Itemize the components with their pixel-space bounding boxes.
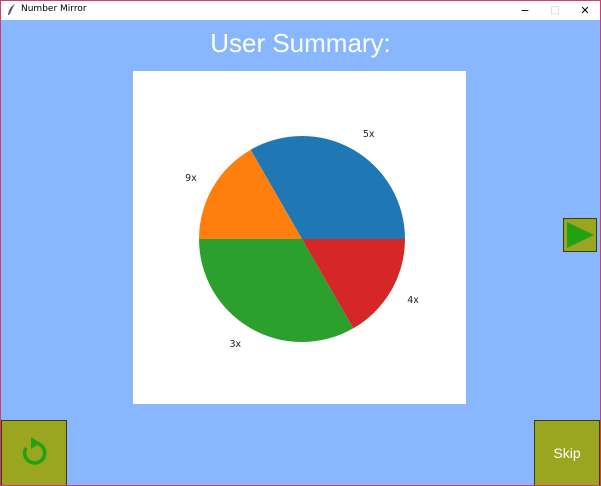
pie-label-9x: 9x [185, 173, 197, 184]
pie-label-5x: 5x [363, 129, 375, 140]
pie-label-3x: 3x [229, 339, 241, 350]
maximize-icon: □ [550, 5, 560, 16]
app-window: Number Mirror − □ ✕ User Summary: 5x 9x 3x… [0, 0, 601, 486]
maximize-button[interactable]: □ [540, 1, 570, 20]
pie-chart: 5x 9x 3x 4x [185, 129, 419, 350]
feather-icon [8, 4, 15, 15]
close-button[interactable]: ✕ [570, 1, 600, 20]
skip-label: Skip [553, 445, 581, 461]
close-icon: ✕ [580, 4, 590, 17]
skip-button[interactable]: Skip [534, 420, 600, 485]
window-title: Number Mirror [21, 4, 87, 14]
refresh-arrow-icon [22, 437, 47, 465]
main-panel: User Summary: 5x 9x 3x 4x Skip [1, 20, 600, 485]
chart-panel: 5x 9x 3x 4x [133, 71, 466, 404]
title-bar: Number Mirror − □ ✕ [1, 1, 600, 20]
page-title: User Summary: [210, 28, 391, 58]
pie-label-4x: 4x [407, 295, 419, 306]
reset-button[interactable] [1, 420, 67, 485]
next-button[interactable] [563, 218, 597, 252]
minimize-icon: − [520, 4, 530, 17]
play-triangle-icon [567, 222, 594, 248]
minimize-button[interactable]: − [510, 1, 540, 20]
